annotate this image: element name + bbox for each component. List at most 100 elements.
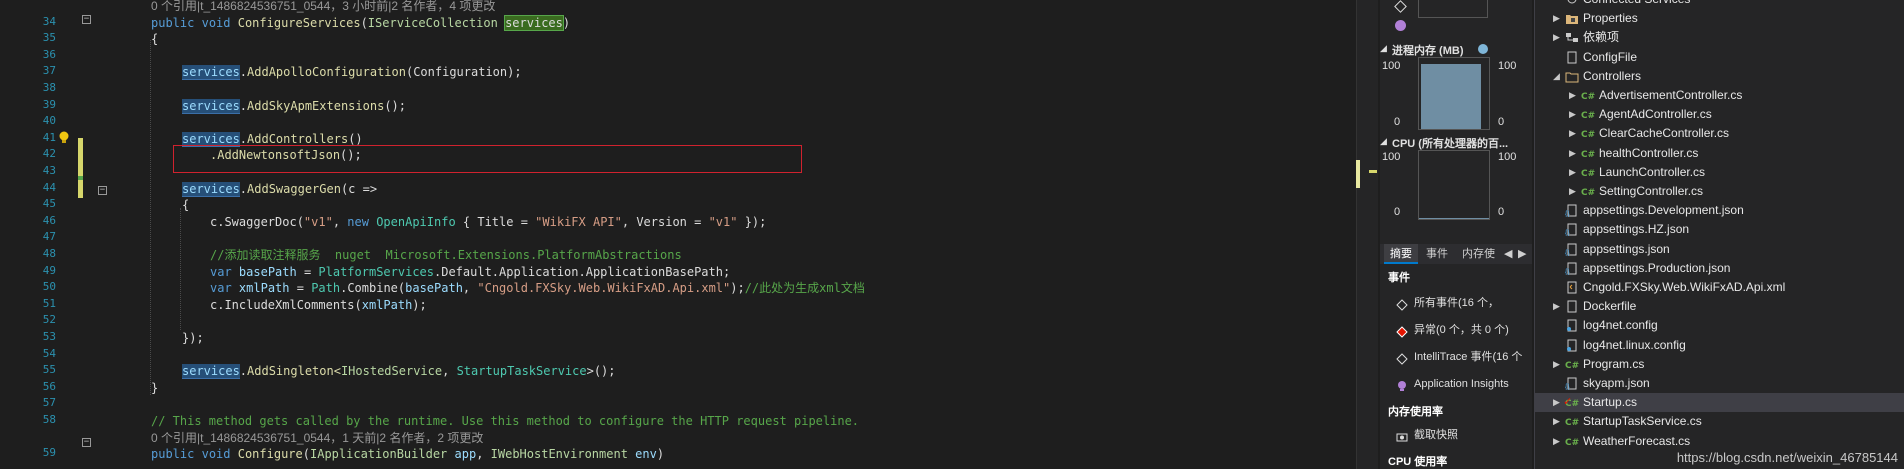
json-file-icon: {} [1565,204,1579,218]
solution-item[interactable]: {} appsettings.Development.json [1535,201,1904,220]
solution-item[interactable]: ▶ C# ClearCacheController.cs [1535,124,1904,143]
event-filter-item[interactable]: 所有事件(16 个， [1380,292,1532,314]
tab-memory[interactable]: 内存使 [1456,244,1501,264]
code-token: new [347,214,369,229]
solution-item[interactable]: log4net.linux.config [1535,336,1904,355]
code-line: c.IncludeXmlComments(xmlPath); [210,297,427,313]
watermark: https://blog.csdn.net/weixin_46785144 [1676,450,1898,465]
line-number: 44 [42,180,56,194]
code-editor[interactable]: 34 35 36 37 38 39 40 41 42 43 44 45 46 47 48 49 50 51 52 53… [0,0,1356,469]
code-token: , Version = [621,214,709,229]
svg-text:C#: C# [1565,438,1579,448]
lightbulb-icon[interactable] [58,130,70,144]
expand-arrow-icon[interactable]: ▶ [1569,163,1579,182]
solution-item-label: AgentAdController.cs [1599,107,1712,122]
solution-item[interactable]: ConfigFile [1535,48,1904,67]
scroll-change-marker [1369,170,1377,173]
expand-arrow-icon[interactable]: ▶ [1569,124,1579,143]
expand-arrow-icon[interactable]: ▶ [1553,393,1563,412]
expand-arrow-icon[interactable]: ▶ [1553,297,1563,316]
tab-summary[interactable]: 摘要 [1384,244,1418,264]
line-number: 54 [42,346,56,360]
solution-item-label: log4net.linux.config [1583,337,1686,352]
json-file-icon: {} [1565,377,1579,391]
solution-item-label: ConfigFile [1583,49,1638,64]
collapse-arrow-icon[interactable]: ◢ [1380,136,1387,147]
solution-item[interactable]: ▶ C# Program.cs [1535,355,1904,374]
dependencies-icon [1565,31,1579,44]
event-filter-label: 所有事件(16 个， [1414,297,1499,309]
code-line: services.AddApolloConfiguration(Configur… [182,64,522,81]
services-reference: services [182,181,240,197]
solution-item[interactable]: ▶ C# WeatherForecast.cs [1535,432,1904,451]
tab-scroll-left-icon[interactable]: ◀ [1502,244,1514,264]
solution-item[interactable]: Cngold.FXSky.Web.WikiFxAD.Api.xml [1535,278,1904,297]
cpu-axis-max-right: 100 [1498,151,1517,163]
expanded-arrow-icon[interactable]: ◢ [1553,67,1563,86]
solution-item[interactable]: ▶ C# LaunchController.cs [1535,163,1904,182]
expand-arrow-icon[interactable]: ▶ [1553,9,1563,28]
tab-scroll-right-icon[interactable]: ▶ [1516,244,1528,264]
memory-usage-heading: 内存使用率 [1388,406,1443,418]
code-token: public [151,15,195,30]
cs-file-icon: C# [1581,147,1595,160]
solution-item[interactable]: ▶ Dockerfile [1535,297,1904,316]
solution-item[interactable]: ◢ Controllers [1535,67,1904,86]
properties-icon [1565,12,1579,25]
expand-arrow-icon[interactable]: ▶ [1553,28,1563,47]
method-name: Configure [237,447,303,462]
take-snapshot-button[interactable]: 截取快照 [1380,424,1532,446]
codelens-line[interactable]: 0 个引用|t_1486824536751_0544，1 天前|2 名作者，2 … [151,430,483,446]
line-number: 51 [42,296,56,310]
tab-events[interactable]: 事件 [1420,244,1454,264]
code-token: ( [302,447,310,462]
expand-arrow-icon[interactable]: ▶ [1569,182,1579,201]
memory-usage-fill [1421,64,1481,129]
solution-item[interactable]: ▶ C# ✓ Startup.cs [1535,393,1904,413]
solution-item[interactable]: log4net.config [1535,316,1904,335]
solution-item-label: appsettings.json [1583,241,1670,256]
event-filter-item[interactable]: Application Insights [1380,373,1532,395]
fold-toggle-swagger[interactable]: − [98,186,107,195]
cpu-usage-heading: CPU 使用率 [1388,456,1448,468]
code-token: "v1" [303,214,333,229]
event-filter-item[interactable]: IntelliTrace 事件(16 个 [1380,346,1532,368]
line-number: 45 [42,197,56,211]
solution-item[interactable]: ▶ C# AgentAdController.cs [1535,105,1904,124]
solution-item[interactable]: ▶ Properties [1535,9,1904,28]
expand-arrow-icon[interactable]: ▶ [1569,105,1579,124]
code-token: , [442,364,457,379]
expand-arrow-icon[interactable]: ▶ [1569,86,1579,105]
solution-item[interactable]: {} appsettings.json [1535,240,1904,259]
event-filter-item[interactable]: 异常(0 个，共 0 个) [1380,319,1532,341]
code-token: ) [562,15,571,30]
solution-item[interactable]: ▶ C# healthController.cs [1535,144,1904,163]
code-token: }); [737,214,767,229]
solution-item[interactable]: ▶ C# SettingController.cs [1535,182,1904,201]
fold-toggle-configure[interactable]: − [82,438,91,447]
code-token: AddSingleton< [247,364,341,379]
expand-arrow-icon[interactable]: ▶ [1569,144,1579,163]
connected-icon [1565,0,1579,6]
fold-toggle-configure-services[interactable]: − [82,15,91,24]
cs-file-icon: C# [1581,108,1595,121]
event-filter-label: IntelliTrace 事件(16 个 [1414,351,1523,363]
solution-item[interactable]: Connected Services [1535,0,1904,9]
editor-scrollbar[interactable] [1356,0,1378,469]
solution-item[interactable]: ▶ C# StartupTaskService.cs [1535,412,1904,431]
expand-arrow-icon[interactable]: ▶ [1553,432,1563,451]
code-token: AddSwaggerGen [247,181,341,196]
expand-arrow-icon[interactable]: ▶ [1553,355,1563,374]
solution-item[interactable]: ▶ 依赖项 [1535,28,1904,47]
codelens-line[interactable]: 0 个引用|t_1486824536751_0544，3 小时前|2 名作者，4… [151,0,495,14]
solution-item[interactable]: {} appsettings.HZ.json [1535,220,1904,239]
solution-item[interactable]: {} appsettings.Production.json [1535,259,1904,278]
code-token: AddApolloConfiguration [247,65,406,80]
code-token: () [348,131,363,146]
solution-item[interactable]: {} skyapm.json [1535,374,1904,393]
collapse-arrow-icon[interactable]: ◢ [1380,43,1387,54]
expand-arrow-icon[interactable]: ▶ [1553,412,1563,431]
solution-item[interactable]: ▶ C# AdvertisementController.cs [1535,86,1904,105]
